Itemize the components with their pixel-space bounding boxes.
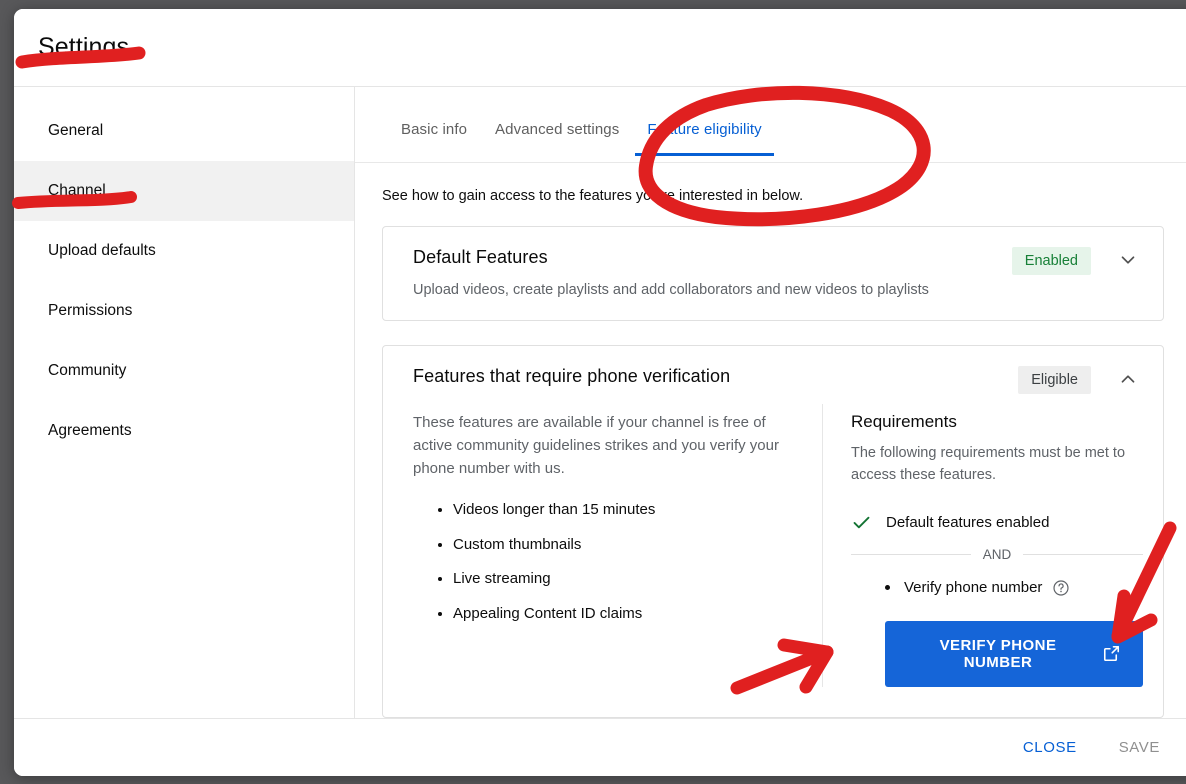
verify-phone-number-label: VERIFY PHONE NUMBER xyxy=(939,636,1057,671)
feature-list: Videos longer than 15 minutes Custom thu… xyxy=(433,500,788,623)
sidebar-item-label: Agreements xyxy=(48,422,132,439)
list-item: Custom thumbnails xyxy=(453,535,788,555)
content-scroll: See how to gain access to the features y… xyxy=(355,163,1186,718)
requirements-column: Requirements The following requirements … xyxy=(823,404,1163,687)
list-item: Videos longer than 15 minutes xyxy=(453,500,788,520)
checkmark-icon xyxy=(851,512,872,533)
requirement-met-row: Default features enabled xyxy=(851,512,1143,533)
sidebar-item-upload-defaults[interactable]: Upload defaults xyxy=(14,221,354,281)
settings-sidebar: General Channel Upload defaults Permissi… xyxy=(14,87,355,718)
sidebar-item-label: Permissions xyxy=(48,302,133,319)
save-button-label: SAVE xyxy=(1118,739,1160,756)
card-header-texts: Features that require phone verification xyxy=(413,366,1018,387)
chevron-down-icon[interactable] xyxy=(1109,245,1147,275)
requirement-todo-label: Verify phone number xyxy=(904,579,1043,596)
content-pane: Basic info Advanced settings Feature eli… xyxy=(355,87,1186,718)
bullet-icon xyxy=(885,585,890,590)
requirement-todo-row: Verify phone number xyxy=(851,579,1143,597)
close-button[interactable]: CLOSE xyxy=(1009,729,1091,766)
sidebar-item-label: Upload defaults xyxy=(48,242,156,259)
requirements-subtitle: The following requirements must be met t… xyxy=(851,445,1126,483)
card-header-texts: Default Features Upload videos, create p… xyxy=(413,247,1012,320)
sidebar-item-label: General xyxy=(48,122,104,139)
list-item: Appealing Content ID claims xyxy=(453,604,788,624)
card-subtitle: Upload videos, create playlists and add … xyxy=(413,282,929,298)
sidebar-item-community[interactable]: Community xyxy=(14,341,354,401)
requirement-met-label: Default features enabled xyxy=(886,513,1050,531)
close-button-label: CLOSE xyxy=(1022,739,1077,756)
and-label: AND xyxy=(982,546,1012,562)
page-title: Settings xyxy=(38,33,130,61)
and-divider: AND xyxy=(851,547,1143,562)
intro-text: See how to gain access to the features y… xyxy=(382,188,804,204)
dialog-footer: CLOSE SAVE xyxy=(14,718,1186,776)
list-item: Live streaming xyxy=(453,569,788,589)
dialog-header: Settings xyxy=(14,9,1186,86)
card-title: Default Features xyxy=(413,247,548,267)
chevron-up-icon[interactable] xyxy=(1109,364,1147,394)
settings-dialog: Settings General Channel Upload defaults… xyxy=(14,9,1186,776)
card-description-column: These features are available if your cha… xyxy=(383,404,823,687)
card-header[interactable]: Features that require phone verification… xyxy=(383,346,1163,394)
verify-phone-number-button[interactable]: VERIFY PHONE NUMBER xyxy=(885,620,1143,687)
card-header: Default Features Upload videos, create p… xyxy=(383,227,1163,320)
help-circle-icon[interactable] xyxy=(1052,579,1070,597)
tab-label: Basic info xyxy=(401,121,468,138)
sidebar-item-agreements[interactable]: Agreements xyxy=(14,401,354,461)
requirements-heading: Requirements xyxy=(851,412,957,431)
sidebar-item-general[interactable]: General xyxy=(14,101,354,161)
status-badge-eligible: Eligible xyxy=(1018,366,1091,394)
tab-bar: Basic info Advanced settings Feature eli… xyxy=(355,87,1186,163)
card-default-features[interactable]: Default Features Upload videos, create p… xyxy=(382,226,1164,321)
app-root: Settings General Channel Upload defaults… xyxy=(0,0,1186,784)
dialog-body: General Channel Upload defaults Permissi… xyxy=(14,86,1186,718)
sidebar-item-label: Channel xyxy=(48,182,106,199)
status-badge-enabled: Enabled xyxy=(1011,247,1091,275)
card-body: These features are available if your cha… xyxy=(383,394,1163,717)
tab-label: Feature eligibility xyxy=(647,121,762,138)
tab-feature-eligibility[interactable]: Feature eligibility xyxy=(633,121,775,156)
tab-basic-info[interactable]: Basic info xyxy=(387,121,481,156)
sidebar-item-channel[interactable]: Channel xyxy=(14,161,354,221)
external-link-icon xyxy=(1102,644,1121,663)
sidebar-item-permissions[interactable]: Permissions xyxy=(14,281,354,341)
card-phone-verification: Features that require phone verification… xyxy=(382,345,1164,718)
tab-advanced-settings[interactable]: Advanced settings xyxy=(481,121,633,156)
card-title: Features that require phone verification xyxy=(413,366,731,386)
sidebar-item-label: Community xyxy=(48,362,127,379)
card-description: These features are available if your cha… xyxy=(413,414,779,477)
tab-label: Advanced settings xyxy=(495,121,620,138)
save-button[interactable]: SAVE xyxy=(1105,729,1174,766)
